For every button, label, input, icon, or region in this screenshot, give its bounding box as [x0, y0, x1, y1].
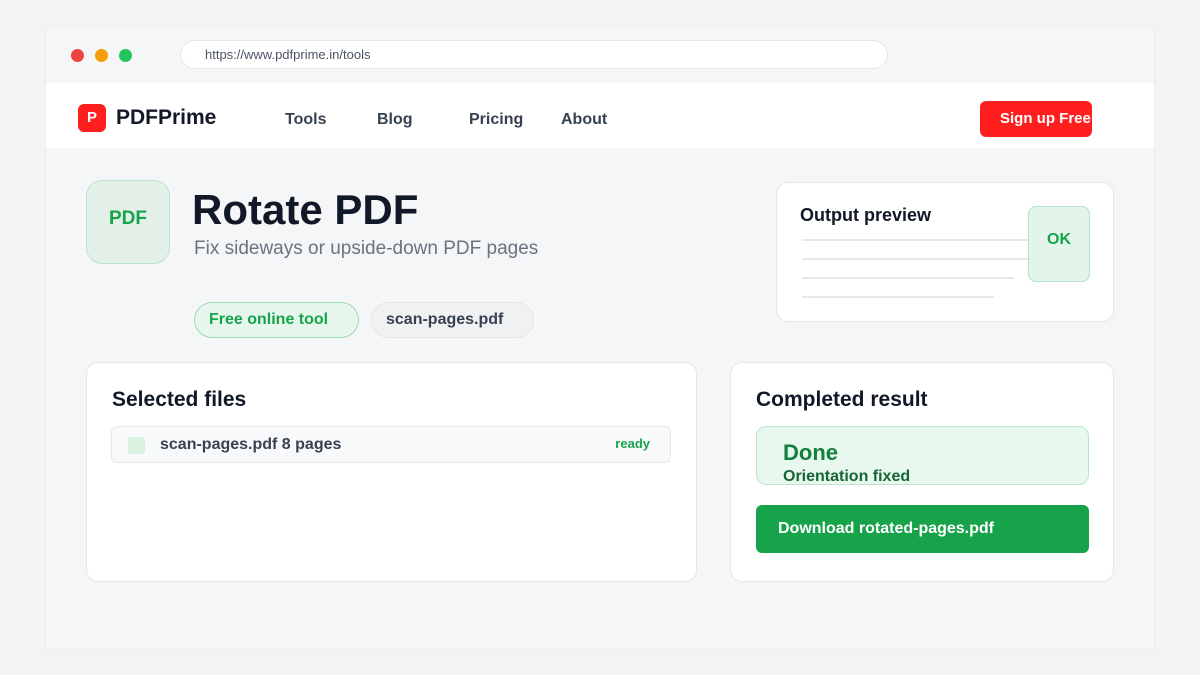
selected-files-title: Selected files: [112, 388, 247, 411]
brand-name[interactable]: PDFPrime: [116, 105, 216, 131]
output-preview-title: Output preview: [800, 205, 932, 225]
file-list-item[interactable]: scan-pages.pdf 8 pages ready: [111, 426, 671, 463]
brand-logo-icon[interactable]: P: [78, 104, 106, 132]
nav-pricing-link[interactable]: Pricing: [469, 110, 523, 130]
output-preview-card: Output preview OK: [776, 182, 1114, 322]
file-name: scan-pages.pdf 8 pages: [160, 436, 342, 453]
download-rotated-pdf-button[interactable]: Download rotated-pages.pdf: [756, 505, 1089, 553]
free-tool-badge: Free online tool: [194, 302, 359, 338]
sign-up-button[interactable]: Sign up Free: [980, 101, 1092, 137]
browser-window: https://www.pdfprime.in/tools P PDFPrime…: [46, 28, 1154, 648]
preview-text-line: [802, 296, 994, 298]
page-subtitle: Fix sideways or upside-down PDF pages: [194, 238, 539, 259]
address-bar[interactable]: https://www.pdfprime.in/tools: [180, 40, 888, 69]
preview-text-line: [802, 258, 1036, 260]
browser-chrome: https://www.pdfprime.in/tools: [46, 28, 1154, 83]
output-ok-badge: OK: [1028, 206, 1090, 282]
minimize-window-icon[interactable]: [95, 49, 108, 62]
nav-about-link[interactable]: About: [561, 110, 607, 130]
page-title: Rotate PDF: [192, 186, 419, 233]
completed-result-title: Completed result: [756, 388, 928, 411]
nav-tools-link[interactable]: Tools: [285, 110, 326, 130]
maximize-window-icon[interactable]: [119, 49, 132, 62]
selected-files-card: Selected files scan-pages.pdf 8 pages re…: [86, 362, 697, 582]
preview-text-line: [802, 277, 1014, 279]
completed-result-card: Completed result Done Orientation fixed …: [730, 362, 1114, 582]
close-window-icon[interactable]: [71, 49, 84, 62]
file-status: ready: [615, 436, 650, 451]
preview-text-line: [802, 239, 1036, 241]
site-navbar: P PDFPrime Tools Blog Pricing About Sign…: [46, 83, 1154, 148]
result-status-box: Done Orientation fixed: [756, 426, 1089, 485]
file-icon: [128, 437, 145, 454]
result-status-subtitle: Orientation fixed: [783, 468, 911, 485]
result-status-title: Done: [783, 440, 838, 465]
nav-blog-link[interactable]: Blog: [377, 110, 413, 130]
selected-file-chip: scan-pages.pdf: [371, 302, 534, 338]
pdf-tool-icon: PDF: [86, 180, 170, 264]
